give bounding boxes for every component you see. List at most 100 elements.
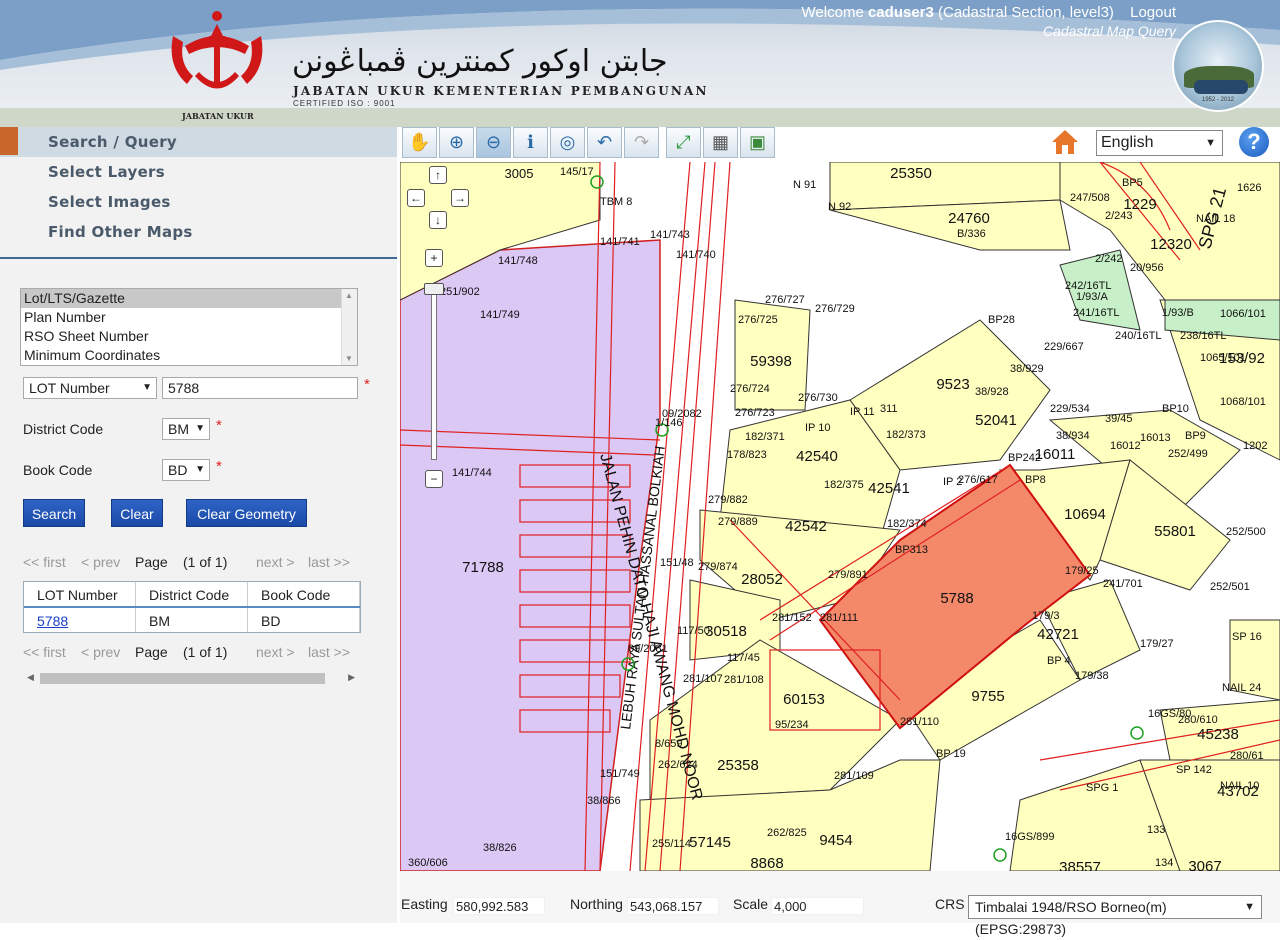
zoom-extent-icon[interactable]: ◎ — [550, 127, 585, 158]
svg-text:BP8: BP8 — [1025, 474, 1046, 486]
menu-item-select-layers[interactable]: Select Layers — [0, 157, 397, 187]
svg-text:42721: 42721 — [1037, 626, 1079, 643]
column-header[interactable]: District Code — [136, 582, 248, 606]
pager-last-link[interactable]: last >> — [308, 644, 350, 660]
lot-result-link[interactable]: 5788 — [37, 613, 68, 629]
pan-left-icon[interactable]: ← — [407, 189, 425, 207]
pager-next-link[interactable]: next > — [256, 644, 295, 660]
svg-text:1/146: 1/146 — [655, 417, 683, 429]
svg-text:10694: 10694 — [1064, 506, 1106, 523]
svg-text:30518: 30518 — [705, 623, 747, 640]
zoom-slider-thumb[interactable] — [424, 283, 444, 295]
map-canvas[interactable]: JALAN PEHIN DATO HAJI AWANG MOHD NOOR LE… — [400, 162, 1280, 871]
required-mark: * — [216, 417, 222, 434]
query-type-option[interactable]: Plan Number — [21, 308, 357, 327]
svg-text:8868: 8868 — [750, 855, 783, 871]
pan-right-icon[interactable]: → — [451, 189, 469, 207]
zoom-in-icon[interactable]: ⊕ — [439, 127, 474, 158]
identify-icon[interactable]: ℹ — [513, 127, 548, 158]
svg-text:280/610: 280/610 — [1178, 714, 1218, 726]
table-cell: 5788 — [24, 608, 136, 632]
image-icon[interactable]: ▣ — [740, 127, 775, 158]
zoom-slider-track[interactable] — [431, 290, 437, 460]
svg-text:1/93/B: 1/93/B — [1162, 307, 1194, 319]
svg-text:279/889: 279/889 — [718, 516, 758, 528]
svg-text:276/725: 276/725 — [738, 314, 778, 326]
district-code-label: District Code — [23, 421, 104, 437]
page-subtitle: Cadastral Map Query — [1042, 23, 1176, 39]
cadastral-map[interactable]: JALAN PEHIN DATO HAJI AWANG MOHD NOOR LE… — [400, 162, 1280, 871]
scroll-thumb[interactable] — [40, 673, 325, 684]
northing-label: Northing — [570, 896, 623, 912]
list-scrollbar[interactable]: ▲ ▼ — [341, 289, 357, 365]
svg-text:38/934: 38/934 — [1056, 430, 1090, 442]
menu-item-search-query[interactable]: Search / Query — [0, 127, 397, 157]
scale-label: Scale — [733, 896, 769, 912]
pager-last-link[interactable]: last >> — [308, 554, 350, 570]
query-type-option[interactable]: RSO Sheet Number — [21, 327, 357, 346]
menu-item-find-other-maps[interactable]: Find Other Maps — [0, 217, 397, 247]
menu-item-select-images[interactable]: Select Images — [0, 187, 397, 217]
column-header[interactable]: LOT Number — [24, 582, 136, 606]
search-field-select[interactable]: LOT Number ▼ — [23, 377, 157, 399]
full-extent-icon[interactable]: ⤢ — [666, 127, 701, 158]
pan-down-icon[interactable]: ↓ — [429, 211, 447, 229]
svg-text:229/534: 229/534 — [1050, 403, 1090, 415]
logout-link[interactable]: Logout — [1130, 4, 1176, 21]
home-icon[interactable] — [1050, 127, 1080, 157]
agency-name: JABATAN UKUR KEMENTERIAN PEMBANGUNAN — [293, 84, 709, 98]
results-horizontal-scrollbar[interactable]: ◀ ▶ — [23, 670, 361, 686]
svg-text:311: 311 — [880, 403, 898, 415]
zoom-out-icon[interactable]: ⊖ — [476, 127, 511, 158]
pan-up-icon[interactable]: ↑ — [429, 166, 447, 184]
pager-prev-link[interactable]: < prev — [81, 554, 120, 570]
pager-prev-link[interactable]: < prev — [81, 644, 120, 660]
pager-first-link[interactable]: << first — [23, 644, 66, 660]
search-button[interactable]: Search — [23, 499, 85, 527]
query-type-list[interactable]: Lot/LTS/Gazette Plan Number RSO Sheet Nu… — [20, 288, 358, 366]
pan-icon[interactable]: ✋ — [402, 127, 437, 158]
svg-text:262/825: 262/825 — [767, 827, 807, 839]
svg-text:1626: 1626 — [1237, 182, 1261, 194]
menu-divider — [0, 257, 397, 259]
clear-geometry-button[interactable]: Clear Geometry — [186, 499, 307, 527]
pager-next-link[interactable]: next > — [256, 554, 295, 570]
scroll-left-icon[interactable]: ◀ — [27, 672, 34, 683]
query-type-option[interactable]: Minimum Coordinates — [21, 346, 357, 365]
northing-value: 543,068.157 — [627, 897, 719, 915]
language-select[interactable]: English ▼ — [1096, 130, 1223, 156]
chevron-down-icon: ▼ — [1205, 137, 1216, 149]
help-icon[interactable]: ? — [1239, 127, 1269, 157]
scroll-right-icon[interactable]: ▶ — [348, 672, 355, 683]
svg-text:71788: 71788 — [462, 559, 504, 576]
svg-text:117/50: 117/50 — [677, 625, 710, 637]
pager-first-link[interactable]: << first — [23, 554, 66, 570]
svg-text:9454: 9454 — [819, 832, 852, 849]
undo-icon[interactable]: ↶ — [587, 127, 622, 158]
crs-label: CRS — [935, 896, 965, 912]
zoom-minus-icon[interactable]: − — [425, 470, 443, 488]
zoom-plus-icon[interactable]: + — [425, 249, 443, 267]
pager-page-info: (1 of 1) — [183, 554, 228, 570]
column-header[interactable]: Book Code — [248, 582, 360, 606]
svg-text:BP 4: BP 4 — [1047, 655, 1071, 667]
svg-text:BP242: BP242 — [1008, 452, 1041, 464]
svg-text:24760: 24760 — [948, 210, 990, 227]
query-type-option[interactable]: Lot/LTS/Gazette — [21, 289, 357, 308]
table-row[interactable]: 5788 BM BD — [24, 608, 360, 632]
svg-text:141/748: 141/748 — [498, 255, 538, 267]
lot-number-input[interactable]: 5788 — [162, 377, 358, 399]
side-menu: Search / Query Select Layers Select Imag… — [0, 127, 397, 247]
district-code-select[interactable]: BM ▼ — [162, 418, 210, 440]
svg-text:SP 142: SP 142 — [1176, 764, 1212, 776]
crs-select[interactable]: Timbalai 1948/RSO Borneo(m) (EPSG:29873)… — [968, 895, 1262, 937]
svg-text:279/891: 279/891 — [828, 569, 868, 581]
clear-button[interactable]: Clear — [111, 499, 163, 527]
redo-icon[interactable]: ↷ — [624, 127, 659, 158]
book-code-select[interactable]: BD ▼ — [162, 459, 210, 481]
welcome-bar: Welcome caduser3 (Cadastral Section, lev… — [802, 4, 1176, 21]
chevron-down-icon: ▼ — [195, 464, 205, 475]
table-icon[interactable]: ▦ — [703, 127, 738, 158]
svg-text:38/928: 38/928 — [975, 386, 1009, 398]
iso-certification: CERTIFIED ISO : 9001 — [293, 99, 396, 108]
